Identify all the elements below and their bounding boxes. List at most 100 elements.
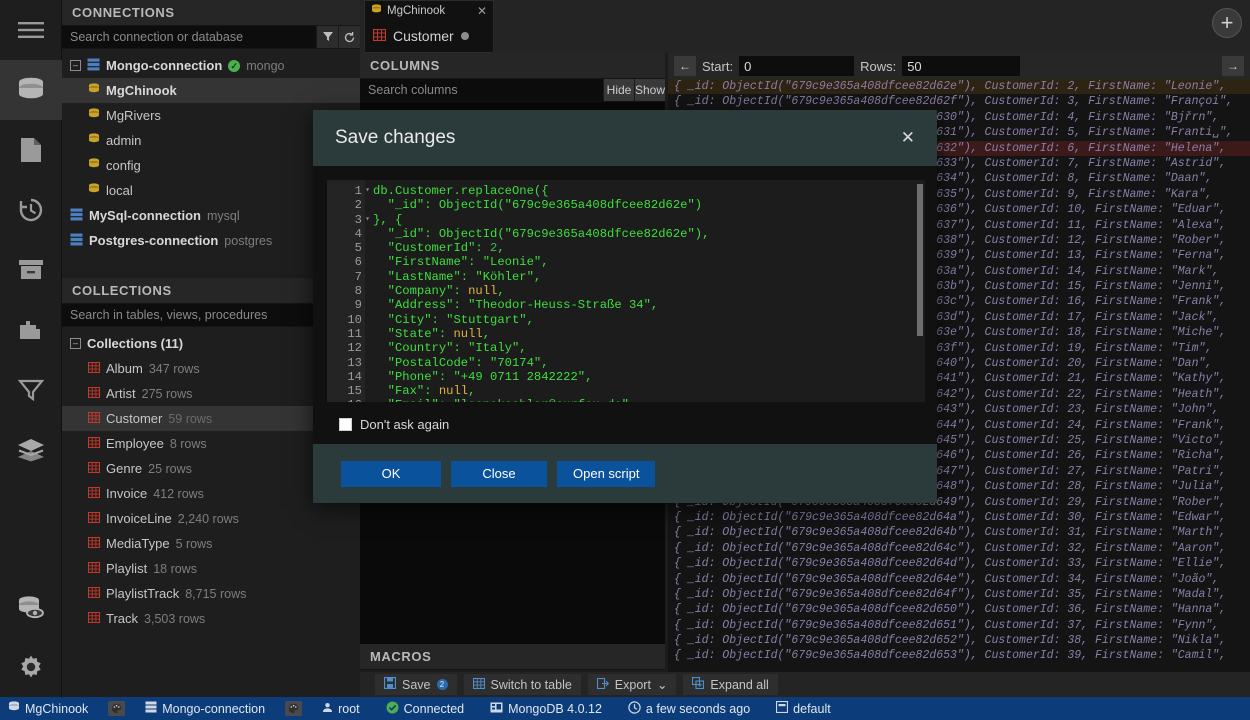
document-row[interactable]: { _id: ObjectId("679c9e365a408dfcee82d65… [668, 648, 1250, 663]
collection-item-playlisttrack[interactable]: PlaylistTrack 8,715 rows [62, 581, 360, 606]
dont-ask-again-row[interactable]: Don't ask again [339, 417, 449, 432]
funnel-icon[interactable] [316, 26, 338, 48]
archive-icon[interactable] [0, 240, 62, 300]
collection-row-count: 412 rows [153, 486, 204, 501]
settings-gear-icon[interactable] [0, 637, 62, 697]
close-icon[interactable]: ✕ [901, 128, 915, 148]
document-row[interactable]: { _id: ObjectId("679c9e365a408dfcee82d64… [668, 541, 1250, 556]
fold-toggle-icon[interactable]: ▾ [365, 213, 370, 227]
document-row[interactable]: { _id: ObjectId("679c9e365a408dfcee82d64… [668, 587, 1250, 602]
save-button[interactable]: Save 2 [375, 674, 457, 695]
collection-label: InvoiceLine [106, 511, 172, 526]
funnel-icon[interactable] [0, 360, 62, 420]
document-row[interactable]: { _id: ObjectId("679c9e365a408dfcee82d64… [668, 525, 1250, 540]
hide-columns-button[interactable]: Hide [603, 79, 634, 101]
collection-row-count: 25 rows [148, 461, 192, 476]
rows-input[interactable] [902, 56, 1021, 76]
editor-scrollbar[interactable] [917, 184, 923, 336]
line-number: 15 [347, 384, 362, 399]
document-row[interactable]: { _id: ObjectId("679c9e365a408dfcee82d62… [668, 79, 1250, 95]
collection-label: Artist [106, 386, 136, 401]
tab-collection-customer[interactable]: Customer [364, 20, 494, 53]
tree-item-label: admin [106, 133, 142, 148]
collection-item-invoiceline[interactable]: InvoiceLine 2,240 rows [62, 506, 360, 531]
status-connected: Connected [386, 701, 464, 717]
collection-row-count: 5 rows [175, 536, 213, 551]
document-row[interactable]: { _id: ObjectId("679c9e365a408dfcee82d62… [668, 94, 1250, 109]
palette-icon[interactable] [285, 701, 303, 716]
code-line: "_id": ObjectId("679c9e365a408dfcee82d62… [373, 226, 710, 241]
line-number: 5 [354, 241, 362, 256]
code-line: "City": "Stuttgart", [373, 312, 534, 327]
collection-item-playlist[interactable]: Playlist 18 rows [62, 556, 360, 581]
table-icon [87, 561, 101, 576]
table-icon [372, 28, 387, 44]
columns-search-input[interactable] [360, 79, 603, 101]
plus-icon[interactable]: + [1212, 8, 1242, 38]
table-icon [87, 361, 101, 376]
document-icon[interactable] [0, 120, 62, 180]
history-icon[interactable] [0, 180, 62, 240]
open-script-button[interactable]: Open script [557, 460, 656, 487]
tree-item-label: config [106, 158, 141, 173]
document-row[interactable]: { _id: ObjectId("679c9e365a408dfcee82d65… [668, 633, 1250, 648]
connection-search-input[interactable] [62, 26, 316, 48]
code-line: "Company": null, [373, 284, 505, 299]
arrow-left-icon[interactable]: ← [674, 56, 696, 76]
collapse-toggle-icon[interactable]: – [70, 60, 81, 71]
status-user-label: root [338, 701, 360, 716]
editor-code[interactable]: db.Customer.replaceOne({ "_id": ObjectId… [365, 180, 925, 402]
code-line: "LastName": "Köhler", [373, 269, 542, 284]
collection-item-track[interactable]: Track 3,503 rows [62, 606, 360, 631]
script-editor[interactable]: 1▾23▾45678910111213141516 db.Customer.re… [327, 180, 925, 402]
collection-row-count: 59 rows [168, 411, 213, 426]
connection-tree-item-mgchinook[interactable]: MgChinook [62, 78, 360, 103]
start-input[interactable] [739, 56, 855, 76]
expand-all-button[interactable]: Expand all [683, 674, 778, 695]
database-icon[interactable] [0, 60, 62, 120]
save-icon [383, 676, 397, 692]
switch-to-table-label: Switch to table [490, 677, 572, 692]
collection-search-input[interactable] [62, 304, 338, 326]
tab-database-mgchinook[interactable]: MgChinook ✕ [364, 0, 494, 20]
export-label: Export [614, 677, 651, 692]
editor-gutter: 1▾23▾45678910111213141516 [327, 180, 370, 402]
export-button[interactable]: Export ⌄ [587, 674, 677, 695]
document-row[interactable]: { _id: ObjectId("679c9e365a408dfcee82d64… [668, 556, 1250, 571]
document-row[interactable]: { _id: ObjectId("679c9e365a408dfcee82d65… [668, 618, 1250, 633]
arrow-right-icon[interactable]: → [1222, 56, 1244, 76]
switch-to-table-button[interactable]: Switch to table [463, 674, 581, 695]
dont-ask-again-checkbox[interactable] [339, 418, 352, 431]
show-columns-button[interactable]: Show [634, 79, 665, 101]
ok-button[interactable]: OK [341, 460, 441, 487]
document-row[interactable]: { _id: ObjectId("679c9e365a408dfcee82d65… [668, 602, 1250, 617]
layers-icon[interactable] [0, 420, 62, 480]
dialog-title: Save changes [335, 127, 456, 148]
close-icon[interactable]: ✕ [477, 4, 487, 18]
puzzle-icon[interactable] [0, 300, 62, 360]
tab-collection-label: Customer [393, 28, 454, 44]
save-label: Save [402, 677, 431, 692]
tree-item-engine: mysql [206, 208, 240, 223]
collection-label: Playlist [106, 561, 148, 576]
tree-item-label: local [106, 183, 133, 198]
status-database[interactable]: MgChinook [8, 701, 88, 716]
menu-icon[interactable] [0, 0, 62, 60]
clock-icon [628, 700, 641, 717]
collapse-toggle-icon[interactable]: – [70, 338, 81, 349]
status-connection[interactable]: Mongo-connection [145, 701, 265, 716]
database-inspect-icon[interactable] [0, 577, 62, 637]
document-row[interactable]: { _id: ObjectId("679c9e365a408dfcee82d64… [668, 510, 1250, 525]
fold-toggle-icon[interactable]: ▾ [365, 184, 370, 198]
table-icon [87, 586, 101, 601]
collection-item-mediatype[interactable]: MediaType 5 rows [62, 531, 360, 556]
palette-icon[interactable] [108, 701, 126, 716]
start-label: Start: [702, 58, 734, 74]
dont-ask-again-label: Don't ask again [360, 417, 450, 432]
document-row[interactable]: { _id: ObjectId("679c9e365a408dfcee82d64… [668, 572, 1250, 587]
refresh-icon[interactable] [338, 26, 360, 48]
connection-tree-item-mongo-connection[interactable]: – Mongo-connection ✓ mongo [62, 53, 360, 78]
cancel-button[interactable]: Close [451, 460, 547, 487]
collection-label: Invoice [106, 486, 148, 501]
expand-all-label: Expand all [710, 677, 769, 692]
